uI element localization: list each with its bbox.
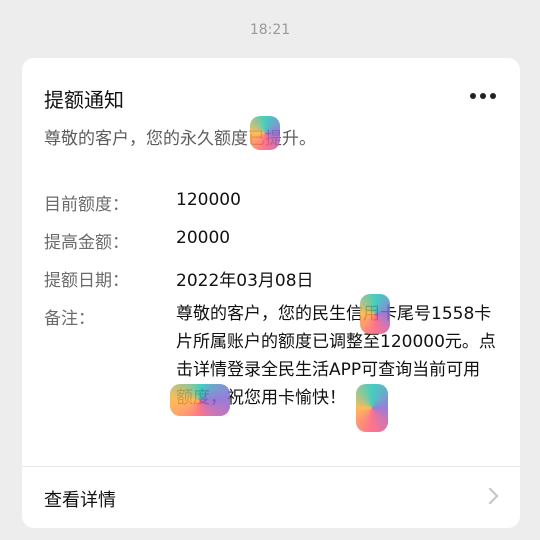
notification-card[interactable]: 提额通知 尊敬的客户，您的永久额度已提升。 目前额度： 120000 提高金额：… [22, 58, 520, 528]
redaction-blur [250, 116, 280, 150]
redaction-blur [360, 294, 390, 334]
field-label: 备注： [44, 309, 95, 329]
field-value: 2022年03月08日 [176, 271, 314, 291]
divider [22, 466, 520, 467]
field-label: 提额日期： [44, 271, 129, 291]
view-details-link[interactable]: 查看详情 [44, 486, 116, 512]
field-value: 20000 [176, 228, 231, 248]
field-label: 提高金额： [44, 233, 129, 253]
chevron-right-icon[interactable] [481, 487, 499, 505]
more-dots-icon[interactable] [470, 92, 496, 100]
card-title: 提额通知 [44, 88, 124, 112]
redaction-blur [356, 384, 388, 432]
field-label: 目前额度： [44, 195, 129, 215]
redaction-blur [170, 384, 230, 416]
timestamp: 18:21 [249, 22, 291, 38]
field-value: 120000 [176, 190, 241, 210]
